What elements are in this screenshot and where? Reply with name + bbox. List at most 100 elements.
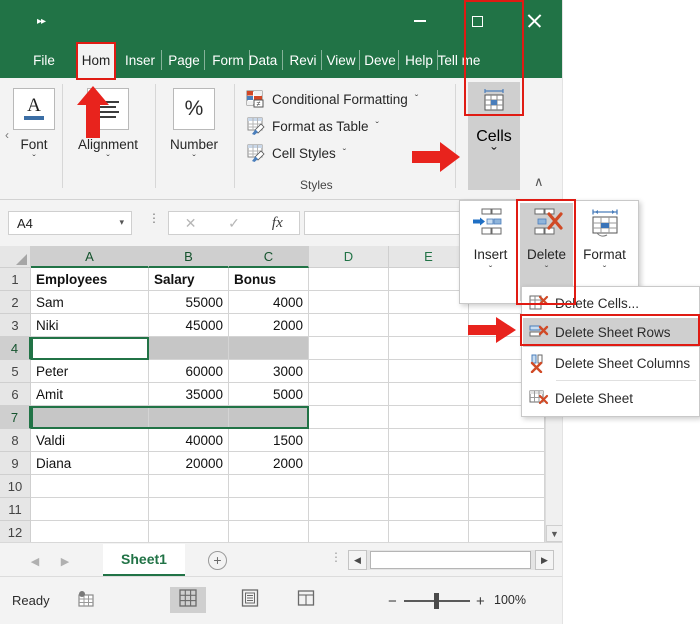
tab-developer[interactable]: Deve <box>361 42 399 78</box>
cell-b1[interactable]: Salary <box>149 268 229 291</box>
cell-e7[interactable] <box>389 406 469 429</box>
row-header-5[interactable]: 5 <box>0 360 31 383</box>
cell-c1[interactable]: Bonus <box>229 268 309 291</box>
cell-f9[interactable] <box>469 452 545 475</box>
row-header-7[interactable]: 7 <box>0 406 31 429</box>
column-header-c[interactable]: C <box>229 246 309 268</box>
cell-e4[interactable] <box>389 337 469 360</box>
cell-b9[interactable]: 20000 <box>149 452 229 475</box>
scroll-left-icon[interactable]: ◀ <box>348 550 367 570</box>
zoom-slider-thumb[interactable] <box>434 593 439 609</box>
cell-e1[interactable] <box>389 268 469 291</box>
format-as-table-button[interactable]: Format as Table ˇ <box>246 114 379 138</box>
cell-b3[interactable]: 45000 <box>149 314 229 337</box>
cell-e2[interactable] <box>389 291 469 314</box>
cell-d8[interactable] <box>309 429 389 452</box>
cell-a11[interactable] <box>31 498 149 521</box>
cell-d3[interactable] <box>309 314 389 337</box>
sheet-splitter-grip[interactable]: ⋮ <box>330 555 342 560</box>
chevron-down-icon[interactable]: ˇ <box>12 154 56 165</box>
cell-f11[interactable] <box>469 498 545 521</box>
chevron-down-icon[interactable]: ˇ <box>520 265 573 276</box>
cell-c12[interactable] <box>229 521 309 542</box>
row-header-12[interactable]: 12 <box>0 521 31 542</box>
row-header-4[interactable]: 4 <box>0 337 31 360</box>
cell-c9[interactable]: 2000 <box>229 452 309 475</box>
tab-data[interactable]: Data <box>243 42 283 78</box>
cells-group-button[interactable]: Cells ˇ <box>468 82 520 190</box>
record-macro-icon[interactable] <box>76 590 98 610</box>
cell-d10[interactable] <box>309 475 389 498</box>
chevron-down-icon[interactable]: ˇ <box>464 265 517 276</box>
cell-a8[interactable]: Valdi <box>31 429 149 452</box>
cell-a5[interactable]: Peter <box>31 360 149 383</box>
chevron-down-icon[interactable]: ˇ <box>468 146 520 164</box>
cell-b8[interactable]: 40000 <box>149 429 229 452</box>
cell-a9[interactable]: Diana <box>31 452 149 475</box>
tab-insert[interactable]: Inser <box>118 42 162 78</box>
cell-a3[interactable]: Niki <box>31 314 149 337</box>
cell-f12[interactable] <box>469 521 545 542</box>
cell-c11[interactable] <box>229 498 309 521</box>
cell-styles-button[interactable]: Cell Styles ˇ <box>246 141 346 165</box>
horizontal-scroll-thumb[interactable] <box>370 551 531 569</box>
row-header-6[interactable]: 6 <box>0 383 31 406</box>
cell-d12[interactable] <box>309 521 389 542</box>
cell-a10[interactable] <box>31 475 149 498</box>
scroll-down-icon[interactable]: ▼ <box>546 525 562 542</box>
cell-b4[interactable] <box>149 337 229 360</box>
row-header-2[interactable]: 2 <box>0 291 31 314</box>
cell-e10[interactable] <box>389 475 469 498</box>
cell-d2[interactable] <box>309 291 389 314</box>
cell-b5[interactable]: 60000 <box>149 360 229 383</box>
cell-e11[interactable] <box>389 498 469 521</box>
cell-e3[interactable] <box>389 314 469 337</box>
cell-e6[interactable] <box>389 383 469 406</box>
maximize-button[interactable] <box>455 6 499 36</box>
chevron-down-icon[interactable]: ˇ <box>376 121 379 132</box>
number-group-button[interactable]: % Number ˇ <box>166 88 222 165</box>
chevron-down-icon[interactable]: ˇ <box>343 148 346 159</box>
cell-d9[interactable] <box>309 452 389 475</box>
menu-item-delete-sheet[interactable]: Delete Sheet <box>523 384 700 413</box>
cell-b2[interactable]: 55000 <box>149 291 229 314</box>
page-break-view-button[interactable] <box>288 587 324 613</box>
chevron-down-icon[interactable]: ˇ <box>166 154 222 165</box>
menu-item-delete-sheet-columns[interactable]: Delete Sheet Columns <box>523 349 700 378</box>
normal-view-button[interactable] <box>170 587 206 613</box>
chevron-down-icon[interactable]: ˇ <box>578 265 631 276</box>
cell-f8[interactable] <box>469 429 545 452</box>
select-all-corner-icon[interactable] <box>0 246 31 268</box>
zoom-in-button[interactable]: + <box>476 593 485 610</box>
cell-e9[interactable] <box>389 452 469 475</box>
row-header-9[interactable]: 9 <box>0 452 31 475</box>
cell-e5[interactable] <box>389 360 469 383</box>
zoom-out-button[interactable]: − <box>388 593 397 610</box>
page-layout-view-button[interactable] <box>232 587 268 613</box>
column-header-d[interactable]: D <box>309 246 389 268</box>
tab-page-layout[interactable]: Page <box>163 42 205 78</box>
cell-d4[interactable] <box>309 337 389 360</box>
name-box[interactable]: A4 ▾ <box>8 211 132 235</box>
cell-c10[interactable] <box>229 475 309 498</box>
enter-check-icon[interactable]: ✓ <box>212 215 255 232</box>
tab-review[interactable]: Revi <box>284 42 322 78</box>
previous-sheet-icon[interactable]: ◀ <box>26 552 44 570</box>
sheet-tab-sheet1[interactable]: Sheet1 <box>103 544 185 576</box>
insert-button[interactable]: Insert ˇ <box>464 203 517 301</box>
chevron-down-icon[interactable]: ˇ <box>78 154 138 165</box>
cell-d7[interactable] <box>309 406 389 429</box>
row-header-8[interactable]: 8 <box>0 429 31 452</box>
horizontal-scrollbar[interactable]: ◀ ▶ <box>348 550 554 570</box>
menu-item-delete-cells[interactable]: Delete Cells... <box>523 289 700 318</box>
column-header-a[interactable]: A <box>31 246 149 268</box>
cell-c3[interactable]: 2000 <box>229 314 309 337</box>
quick-access-toolbar-more-icon[interactable]: ▸▸ <box>34 16 48 28</box>
close-button[interactable] <box>512 6 556 36</box>
tab-view[interactable]: View <box>322 42 360 78</box>
font-group-button[interactable]: A Font ˇ <box>12 88 56 165</box>
menu-item-delete-sheet-rows[interactable]: Delete Sheet Rows <box>523 318 700 347</box>
cell-e8[interactable] <box>389 429 469 452</box>
column-header-e[interactable]: E <box>389 246 469 268</box>
chevron-down-icon[interactable]: ˇ <box>415 94 418 105</box>
